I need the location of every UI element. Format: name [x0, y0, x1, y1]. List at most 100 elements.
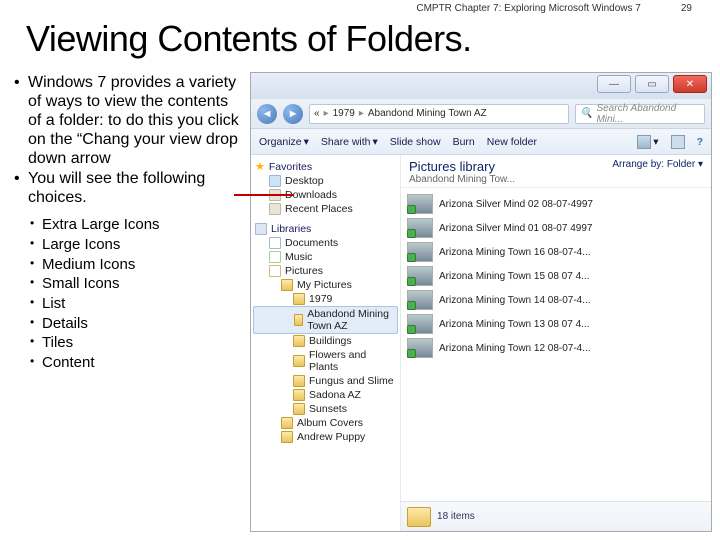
documents-icon — [269, 237, 281, 249]
folder-icon — [293, 403, 305, 415]
search-icon: 🔍 — [580, 108, 592, 119]
folder-icon — [407, 507, 431, 527]
file-listing: Arizona Silver Mind 02 08-07-4997 Arizon… — [401, 188, 711, 501]
breadcrumb-seg-1: « — [314, 108, 320, 119]
folder-icon — [293, 355, 305, 367]
preview-pane-button[interactable] — [671, 135, 685, 149]
folder-icon — [281, 431, 293, 443]
nav-documents[interactable]: Documents — [253, 236, 398, 250]
libraries-label: Libraries — [271, 223, 311, 235]
slide-title: Viewing Contents of Folders. — [0, 16, 720, 68]
folder-icon — [293, 335, 305, 347]
back-button[interactable]: ◄ — [257, 104, 277, 124]
address-bar-row: ◄ ► « ▸ 1979 ▸ Abandond Mining Town AZ 🔍… — [251, 99, 711, 129]
nav-album-covers[interactable]: Album Covers — [253, 416, 398, 430]
help-button[interactable]: ? — [697, 136, 703, 148]
favorites-label: Favorites — [269, 161, 312, 173]
change-view-button[interactable]: ▾ — [637, 135, 658, 149]
chapter-label: CMPTR Chapter 7: Exploring Microsoft Win… — [416, 3, 641, 14]
music-icon — [269, 251, 281, 263]
item-count: 18 items — [437, 511, 475, 522]
burn-button[interactable]: Burn — [453, 136, 475, 148]
nav-1979[interactable]: 1979 — [253, 292, 398, 306]
navigation-pane: ★Favorites Desktop Downloads Recent Plac… — [251, 155, 401, 531]
chevron-down-icon: ▾ — [304, 136, 309, 148]
slideshow-button[interactable]: Slide show — [390, 136, 441, 148]
image-thumb-icon — [407, 242, 433, 262]
libraries-header[interactable]: Libraries — [253, 222, 398, 236]
image-thumb-icon — [407, 314, 433, 334]
nav-abandoned-mining[interactable]: Abandond Mining Town AZ — [253, 306, 398, 334]
favorites-header[interactable]: ★ Favorites — [253, 159, 398, 174]
file-row[interactable]: Arizona Mining Town 12 08-07-4... — [403, 336, 709, 360]
forward-button[interactable]: ► — [283, 104, 303, 124]
breadcrumb[interactable]: « ▸ 1979 ▸ Abandond Mining Town AZ — [309, 104, 569, 124]
folder-icon — [293, 375, 305, 387]
recent-icon — [269, 203, 281, 215]
chevron-right-icon: ▸ — [324, 108, 329, 119]
nav-my-pictures[interactable]: My Pictures — [253, 278, 398, 292]
callout-line — [234, 194, 294, 196]
slideshow-label: Slide show — [390, 136, 441, 148]
explorer-window: — ▭ ✕ ◄ ► « ▸ 1979 ▸ Abandond Mining Tow… — [250, 72, 712, 532]
star-icon: ★ — [255, 160, 265, 173]
library-header: Arrange by: Folder ▾ Pictures library Ab… — [401, 155, 711, 188]
bullet-sub-8: Content — [14, 354, 242, 372]
bullet-sub-5: List — [14, 295, 242, 313]
close-button[interactable]: ✕ — [673, 75, 707, 93]
libraries-icon — [255, 223, 267, 235]
nav-andrew-puppy[interactable]: Andrew Puppy — [253, 430, 398, 444]
image-thumb-icon — [407, 338, 433, 358]
folder-icon — [293, 389, 305, 401]
bullet-sub-3: Medium Icons — [14, 256, 242, 274]
folder-icon — [293, 293, 305, 305]
nav-pictures[interactable]: Pictures — [253, 264, 398, 278]
preview-pane-icon — [671, 135, 685, 149]
bullet-sub-4: Small Icons — [14, 275, 242, 293]
image-thumb-icon — [407, 218, 433, 238]
minimize-button[interactable]: — — [597, 75, 631, 93]
file-row[interactable]: Arizona Mining Town 14 08-07-4... — [403, 288, 709, 312]
arrange-by[interactable]: Arrange by: Folder ▾ — [612, 159, 703, 170]
maximize-button[interactable]: ▭ — [635, 75, 669, 93]
image-thumb-icon — [407, 194, 433, 214]
file-row[interactable]: Arizona Mining Town 16 08-07-4... — [403, 240, 709, 264]
bullet-main-2: You will see the following choices. — [14, 170, 242, 208]
help-icon: ? — [697, 136, 703, 148]
folder-icon — [294, 314, 303, 326]
nav-flowers[interactable]: Flowers and Plants — [253, 348, 398, 374]
nav-desktop[interactable]: Desktop — [253, 174, 398, 188]
newfolder-button[interactable]: New folder — [487, 136, 537, 148]
search-placeholder: Search Abandond Mini... — [596, 103, 700, 125]
window-titlebar: — ▭ ✕ — [251, 73, 711, 99]
chevron-down-icon: ▾ — [653, 136, 658, 148]
slide-number: 29 — [681, 3, 692, 14]
image-thumb-icon — [407, 266, 433, 286]
file-row[interactable]: Arizona Silver Mind 02 08-07-4997 — [403, 192, 709, 216]
desktop-icon — [269, 175, 281, 187]
toolbar: Organize ▾ Share with ▾ Slide show Burn … — [251, 129, 711, 155]
screenshot-column: — ▭ ✕ ◄ ► « ▸ 1979 ▸ Abandond Mining Tow… — [250, 72, 712, 532]
chevron-right-icon: ▸ — [359, 108, 364, 119]
image-thumb-icon — [407, 290, 433, 310]
bullet-sub-1: Extra Large Icons — [14, 216, 242, 234]
breadcrumb-seg-2: 1979 — [333, 108, 355, 119]
search-input[interactable]: 🔍 Search Abandond Mini... — [575, 104, 705, 124]
chevron-down-icon: ▾ — [373, 136, 378, 148]
file-row[interactable]: Arizona Silver Mind 01 08-07 4997 — [403, 216, 709, 240]
share-with-menu[interactable]: Share with ▾ — [321, 136, 378, 148]
details-pane: 18 items — [401, 501, 711, 531]
nav-sadona[interactable]: Sadona AZ — [253, 388, 398, 402]
organize-menu[interactable]: Organize ▾ — [259, 136, 309, 148]
pictures-icon — [269, 265, 281, 277]
file-row[interactable]: Arizona Mining Town 15 08 07 4... — [403, 264, 709, 288]
nav-music[interactable]: Music — [253, 250, 398, 264]
share-with-label: Share with — [321, 136, 371, 148]
bullet-sub-2: Large Icons — [14, 236, 242, 254]
folder-icon — [281, 417, 293, 429]
nav-recent[interactable]: Recent Places — [253, 202, 398, 216]
nav-buildings[interactable]: Buildings — [253, 334, 398, 348]
nav-fungus[interactable]: Fungus and Slime — [253, 374, 398, 388]
nav-sunsets[interactable]: Sunsets — [253, 402, 398, 416]
file-row[interactable]: Arizona Mining Town 13 08 07 4... — [403, 312, 709, 336]
